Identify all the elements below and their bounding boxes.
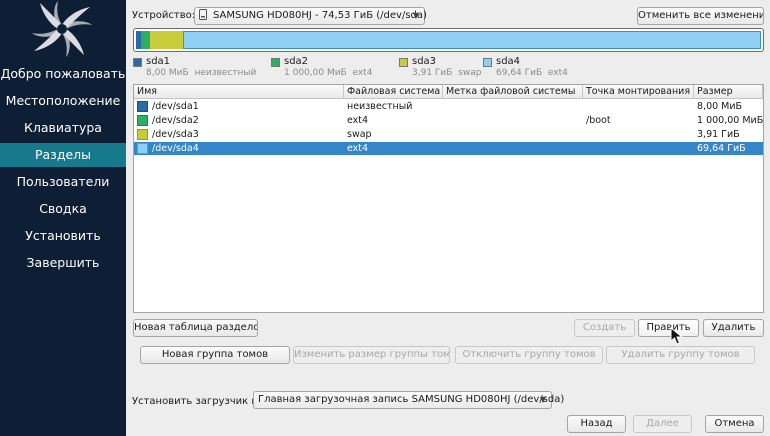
partition-bar-segment[interactable] <box>141 31 150 49</box>
new-partition-table-button[interactable]: Новая таблица разделов <box>133 319 258 337</box>
legend-details: 69,64 ГиБ ext4 <box>496 68 568 78</box>
column-header[interactable]: Точка монтирования <box>583 85 694 99</box>
legend-size: 8,00 МиБ <box>146 68 189 78</box>
table-cell: /dev/sda1 <box>152 101 199 112</box>
remove-volume-group-button[interactable]: Удалить группу томов <box>606 346 755 364</box>
sidebar-item-3[interactable]: Клавиатура <box>0 116 126 140</box>
device-combobox[interactable]: SAMSUNG HD080HJ - 74,53 ГиБ (/dev/sda) ▼ <box>194 7 427 25</box>
legend-name: sda3 <box>412 56 437 67</box>
disable-volume-group-button[interactable]: Отключить группу томов <box>455 346 603 364</box>
legend-details: 3,91 ГиБ swap <box>412 68 481 78</box>
sidebar: Добро пожаловать Местоположение Клавиатура… <box>0 0 126 436</box>
legend-fs: ext4 <box>352 68 373 78</box>
create-button[interactable]: Создать <box>574 319 635 337</box>
legend-name: sda2 <box>284 56 309 67</box>
sidebar-item-4[interactable]: Разделы <box>0 143 126 167</box>
chevron-down-icon: ▼ <box>539 395 546 404</box>
legend-size: 69,64 ГиБ <box>496 68 543 78</box>
table-cell: /boot <box>586 115 611 126</box>
table-cell: 69,64 ГиБ <box>697 143 746 154</box>
partition-color-icon <box>137 129 148 140</box>
table-cell <box>586 100 694 113</box>
legend-swatch <box>399 58 408 67</box>
partition-bar-segment[interactable] <box>183 31 761 49</box>
table-cell: 3,91 ГиБ <box>697 129 740 140</box>
table-cell: ext4 <box>347 143 369 154</box>
resize-volume-group-button[interactable]: Изменить размер группы томов <box>293 346 450 364</box>
new-volume-group-button[interactable]: Новая группа томов <box>140 346 290 364</box>
table-row[interactable]: /dev/sda2 ext4/boot 1 000,00 МиБ <box>134 114 763 127</box>
legend-details: 8,00 МиБ неизвестный <box>146 68 256 78</box>
back-button[interactable]: Назад <box>567 415 626 433</box>
partition-bar-segment[interactable] <box>150 31 183 49</box>
partition-color-icon <box>137 101 148 112</box>
legend-swatch <box>271 58 280 67</box>
delete-button[interactable]: Удалить <box>703 319 764 337</box>
legend-details: 1 000,00 МиБ ext4 <box>284 68 372 78</box>
partition-color-icon <box>137 115 148 126</box>
edit-button[interactable]: Править <box>638 319 699 337</box>
legend-size: 1 000,00 МиБ <box>284 68 347 78</box>
sidebar-item-6[interactable]: Сводка <box>0 197 126 221</box>
sidebar-item-7[interactable]: Установить <box>0 224 126 248</box>
revert-all-button[interactable]: Отменить все изменения <box>637 7 764 25</box>
legend-swatch <box>483 58 492 67</box>
table-row[interactable]: /dev/sda3 swap 3,91 ГиБ <box>134 128 763 141</box>
table-cell: неизвестный <box>347 101 413 112</box>
table-cell: ext4 <box>347 115 369 126</box>
partition-bar <box>133 28 764 52</box>
column-header[interactable]: Размер <box>694 85 763 99</box>
table-row[interactable]: /dev/sda1 неизвестный 8,00 МиБ <box>134 100 763 113</box>
partition-page: Устройство: SAMSUNG HD080HJ - 74,53 ГиБ … <box>126 0 770 436</box>
device-value: SAMSUNG HD080HJ - 74,53 ГиБ (/dev/sda) <box>213 10 427 21</box>
device-label: Устройство: <box>132 10 196 21</box>
table-row[interactable]: /dev/sda4 ext4 69,64 ГиБ <box>134 142 763 155</box>
sidebar-item-1[interactable]: Добро пожаловать <box>0 62 126 86</box>
legend-name: sda1 <box>146 56 171 67</box>
table-cell <box>586 128 694 141</box>
chevron-down-icon: ▼ <box>412 11 419 20</box>
bootloader-value: Главная загрузочная запись SAMSUNG HD080… <box>258 394 565 405</box>
distro-logo-icon <box>32 1 92 57</box>
column-header[interactable]: Файловая система <box>344 85 443 99</box>
column-header[interactable]: Метка файловой системы <box>443 85 583 99</box>
table-cell <box>586 142 694 155</box>
table-cell: /dev/sda2 <box>152 115 199 126</box>
bootloader-label: Установить загрузчик в: <box>132 396 261 407</box>
table-cell: swap <box>347 129 372 140</box>
column-header[interactable]: Имя <box>134 85 344 99</box>
table-cell: /dev/sda4 <box>152 143 199 154</box>
cancel-button[interactable]: Отмена <box>705 415 764 433</box>
legend-fs: swap <box>458 68 482 78</box>
partition-color-icon <box>137 143 148 154</box>
legend-swatch <box>133 58 142 67</box>
legend-fs: ext4 <box>547 68 568 78</box>
disk-icon <box>199 9 209 20</box>
partition-table[interactable]: Имя Файловая система Метка файловой систем… <box>133 84 764 313</box>
bootloader-combobox[interactable]: Главная загрузочная запись SAMSUNG HD080… <box>253 391 564 409</box>
legend-fs: неизвестный <box>194 68 257 78</box>
mouse-pointer-icon <box>670 327 684 345</box>
sidebar-item-5[interactable]: Пользователи <box>0 170 126 194</box>
next-button[interactable]: Далее <box>633 415 692 433</box>
legend-name: sda4 <box>496 56 521 67</box>
table-header: Имя Файловая система Метка файловой систем… <box>134 85 763 99</box>
sidebar-item-2[interactable]: Местоположение <box>0 89 126 113</box>
table-cell: 8,00 МиБ <box>697 101 743 112</box>
table-cell: /dev/sda3 <box>152 129 199 140</box>
legend-size: 3,91 ГиБ <box>412 68 453 78</box>
table-cell: 1 000,00 МиБ <box>697 115 763 126</box>
sidebar-item-8[interactable]: Завершить <box>0 251 126 275</box>
